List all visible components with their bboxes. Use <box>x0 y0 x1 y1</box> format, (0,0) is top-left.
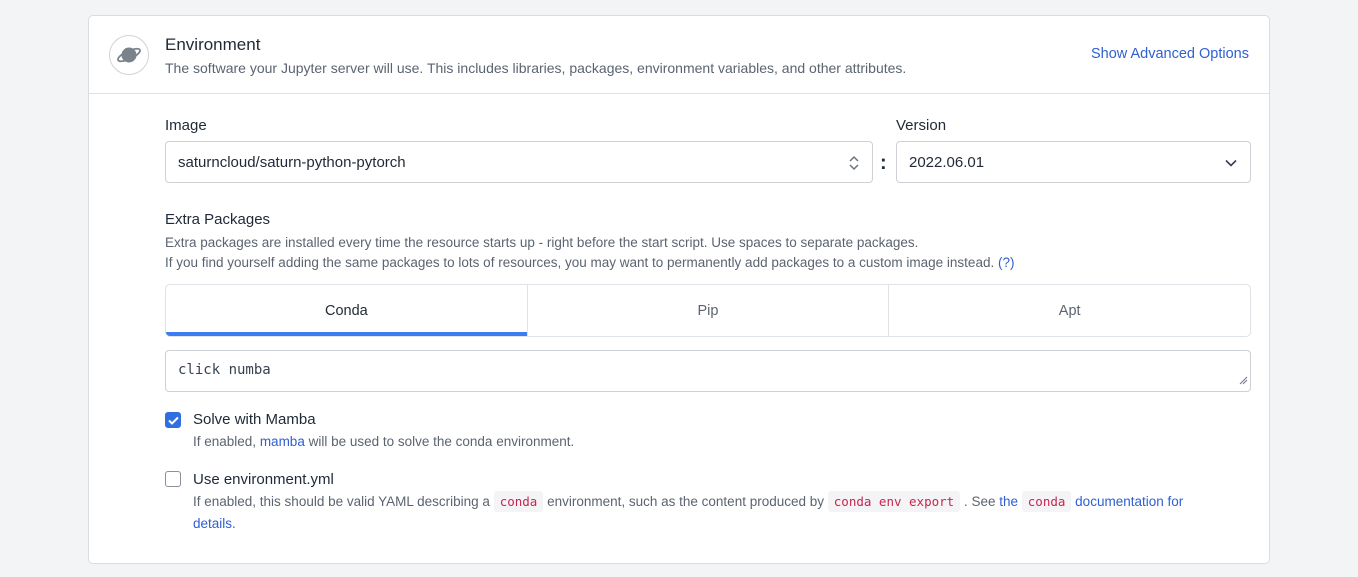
tab-pip[interactable]: Pip <box>528 285 890 336</box>
code-conda: conda <box>493 491 544 512</box>
resize-handle-icon[interactable] <box>1239 373 1248 389</box>
package-manager-tabs: Conda Pip Apt <box>165 284 1251 337</box>
tab-apt[interactable]: Apt <box>889 285 1250 336</box>
extra-packages-desc-2: If you find yourself adding the same pac… <box>165 255 1015 270</box>
card-header: Environment The software your Jupyter se… <box>89 16 1269 94</box>
planet-icon <box>109 35 149 75</box>
mamba-link[interactable]: mamba <box>260 434 305 449</box>
show-advanced-options-link[interactable]: Show Advanced Options <box>1091 46 1249 62</box>
section-description: The software your Jupyter server will us… <box>165 60 907 76</box>
chevron-down-icon <box>1224 156 1238 174</box>
version-select-value: 2022.06.01 <box>909 153 985 171</box>
use-environment-yml-desc: If enabled, this should be valid YAML de… <box>193 491 1223 535</box>
environment-card: Environment The software your Jupyter se… <box>88 15 1270 564</box>
solve-with-mamba-desc: If enabled, mamba will be used to solve … <box>193 434 575 449</box>
version-label: Version <box>896 117 947 134</box>
extra-packages-desc-1: Extra packages are installed every time … <box>165 235 919 250</box>
image-select-value: saturncloud/saturn-python-pytorch <box>178 153 406 171</box>
tab-conda[interactable]: Conda <box>166 285 528 336</box>
version-select[interactable]: 2022.06.01 <box>896 141 1251 183</box>
updown-chevron-icon <box>848 154 860 176</box>
use-environment-yml-label: Use environment.yml <box>193 471 334 488</box>
solve-with-mamba-label: Solve with Mamba <box>193 411 316 428</box>
checkmark-icon <box>167 416 179 425</box>
code-conda-env-export: conda env export <box>827 491 961 512</box>
help-link[interactable]: (?) <box>998 255 1015 270</box>
use-environment-yml-checkbox[interactable] <box>165 471 181 487</box>
image-version-separator: : <box>880 152 887 174</box>
the-link[interactable]: the <box>999 494 1018 509</box>
image-select[interactable]: saturncloud/saturn-python-pytorch <box>165 141 873 183</box>
image-label: Image <box>165 117 207 134</box>
extra-packages-title: Extra Packages <box>165 211 271 228</box>
packages-textarea-value: click numba <box>178 362 271 378</box>
solve-with-mamba-checkbox[interactable] <box>165 412 181 428</box>
packages-textarea[interactable]: click numba <box>165 350 1251 392</box>
section-title: Environment <box>165 35 261 54</box>
code-conda-2: conda <box>1021 491 1072 512</box>
